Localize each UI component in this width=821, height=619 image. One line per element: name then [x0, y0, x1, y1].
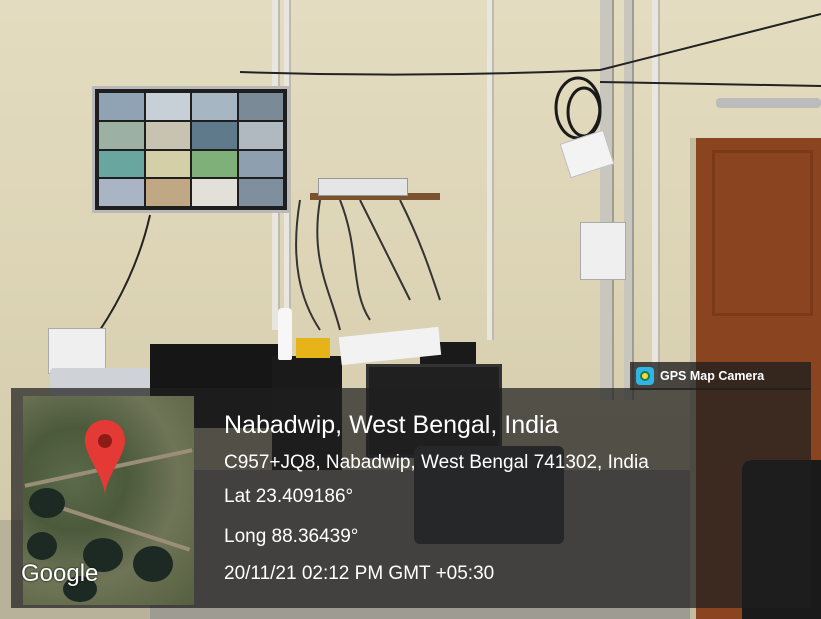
yellow-device	[296, 338, 330, 358]
latitude-text: Lat 23.409186°	[224, 486, 354, 507]
datetime-text: 20/11/21 02:12 PM GMT +05:30	[224, 563, 495, 584]
cctv-grid	[99, 93, 283, 206]
map-attribution: Google	[21, 560, 99, 587]
location-address: C957+JQ8, Nabadwip, West Bengal 741302, …	[224, 452, 649, 473]
location-pin-icon	[85, 420, 125, 496]
network-switch	[318, 178, 408, 196]
location-title: Nabadwip, West Bengal, India	[224, 411, 559, 439]
power-socket	[580, 222, 626, 280]
map-water	[27, 532, 57, 560]
map-road	[55, 504, 191, 552]
gps-map-camera-app-icon	[636, 367, 654, 385]
app-badge: GPS Map Camera	[630, 362, 811, 390]
map-water	[133, 546, 173, 582]
map-water	[29, 488, 65, 518]
app-badge-label: GPS Map Camera	[660, 369, 765, 383]
bottle	[278, 308, 292, 360]
longitude-text: Long 88.36439°	[224, 526, 359, 547]
cctv-monitor	[92, 86, 290, 213]
